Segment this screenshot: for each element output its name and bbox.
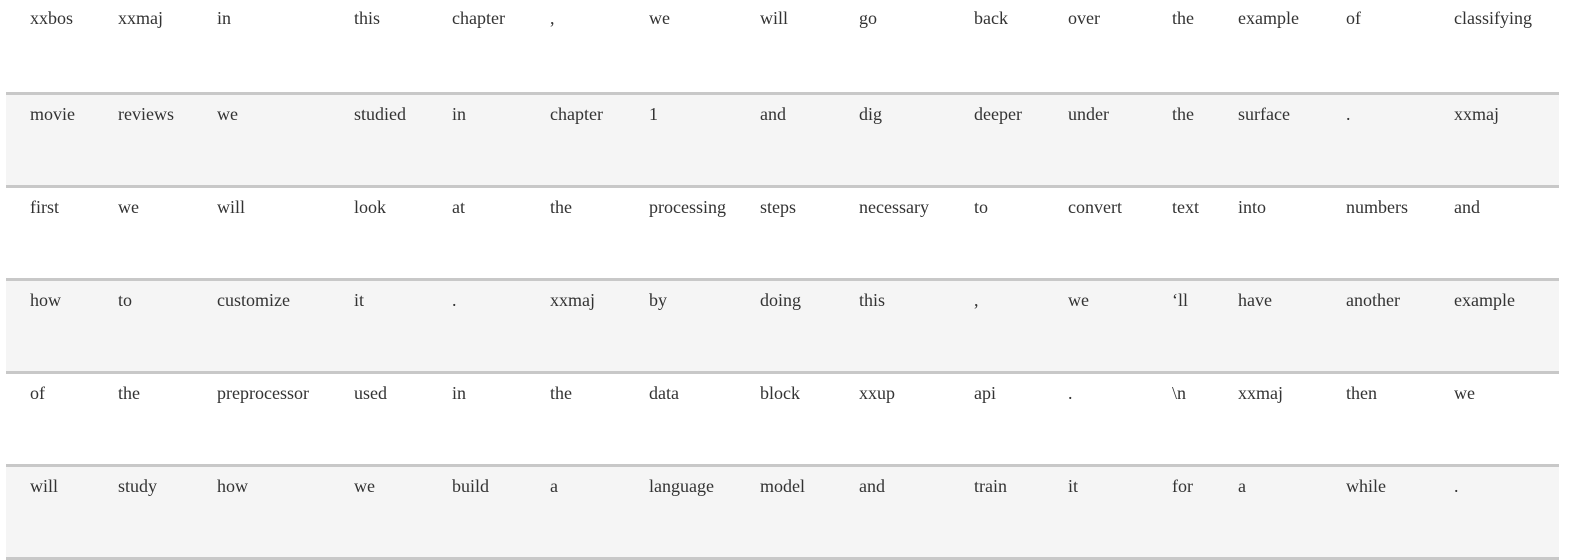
- token-cell: steps: [760, 196, 796, 217]
- token-cell: .: [1068, 382, 1073, 403]
- token-cell: xxmaj: [1238, 382, 1283, 403]
- token-cell: ,: [974, 289, 979, 310]
- token-cell: example: [1454, 289, 1515, 310]
- token-cell: example: [1238, 8, 1299, 28]
- token-cell: xxmaj: [550, 289, 595, 310]
- token-cell: over: [1068, 8, 1100, 28]
- token-cell: we: [1068, 289, 1089, 310]
- token-cell: ‘ll: [1172, 289, 1188, 310]
- token-cell: look: [354, 196, 387, 217]
- token-cell: and: [760, 103, 786, 124]
- token-cell: convert: [1068, 196, 1122, 217]
- token-cell: studied: [354, 103, 406, 124]
- token-cell: and: [859, 475, 885, 496]
- token-cell: in: [452, 382, 467, 403]
- token-cell: the: [118, 382, 140, 403]
- token-cell: for: [1172, 475, 1193, 496]
- token-cell: build: [452, 475, 490, 496]
- token-cell: the: [550, 196, 572, 217]
- token-cell: reviews: [118, 103, 174, 124]
- token-cell: to: [118, 289, 133, 310]
- token-cell: it: [354, 289, 365, 310]
- table-row: xxbos xxmaj in this chapter, we will go back over…: [6, 0, 1559, 93]
- token-cell: of: [30, 382, 45, 403]
- token-cell: have: [1238, 289, 1272, 310]
- table-row: how to customize it. xxmaj by doing this, we ‘ll h…: [6, 279, 1559, 372]
- token-cell: a: [550, 475, 558, 496]
- token-cell: the: [1172, 8, 1194, 28]
- token-cell: surface: [1238, 103, 1290, 124]
- token-cell: text: [1172, 196, 1199, 217]
- token-cell: language: [649, 475, 714, 496]
- token-cell: we: [649, 8, 670, 28]
- token-cell: go: [859, 8, 877, 28]
- token-cell: classifying: [1454, 8, 1532, 28]
- token-cell: to: [974, 196, 989, 217]
- table-row: first we will look at the processing steps neces…: [6, 186, 1559, 279]
- token-cell: .: [1454, 475, 1459, 496]
- token-table: xxbos xxmaj in this chapter, we will go back over…: [6, 0, 1559, 560]
- token-cell: .: [1346, 103, 1351, 124]
- token-cell: xxup: [859, 382, 895, 403]
- token-cell: we: [1454, 382, 1475, 403]
- token-cell: this: [859, 289, 886, 310]
- token-cell: 1: [649, 103, 658, 124]
- token-cell: xxmaj: [118, 8, 163, 28]
- token-cell: preprocessor: [217, 382, 309, 403]
- table-row: of the preprocessor used in the data block xxup a…: [6, 372, 1559, 465]
- token-cell: and: [1454, 196, 1480, 217]
- token-cell: used: [354, 382, 387, 403]
- table-row: will study how we build a language model and trai…: [6, 465, 1559, 558]
- token-cell: a: [1238, 475, 1246, 496]
- token-cell: movie: [30, 103, 75, 124]
- token-cell: ,: [550, 8, 555, 28]
- token-cell: of: [1346, 8, 1361, 28]
- token-cell: how: [30, 289, 61, 310]
- token-cell: data: [649, 382, 679, 403]
- token-cell: while: [1346, 475, 1386, 496]
- token-cell: doing: [760, 289, 802, 310]
- token-cell: this: [354, 8, 381, 28]
- token-cell: in: [452, 103, 467, 124]
- token-cell: in: [217, 8, 232, 28]
- token-cell: block: [760, 382, 800, 403]
- token-cell: will: [30, 475, 59, 496]
- token-cell: will: [217, 196, 246, 217]
- token-cell: first: [30, 196, 59, 217]
- token-table-body: xxbos xxmaj in this chapter, we will go back over…: [6, 0, 1559, 558]
- token-cell: customize: [217, 289, 290, 310]
- token-cell: necessary: [859, 196, 929, 217]
- token-cell: we: [217, 103, 238, 124]
- token-cell: we: [118, 196, 139, 217]
- token-cell: train: [974, 475, 1007, 496]
- token-cell: numbers: [1346, 196, 1408, 217]
- token-cell: at: [452, 196, 465, 217]
- token-cell: another: [1346, 289, 1400, 310]
- token-cell: we: [354, 475, 375, 496]
- token-cell: deeper: [974, 103, 1022, 124]
- token-cell: .: [452, 289, 457, 310]
- token-cell: by: [649, 289, 667, 310]
- token-cell: chapter: [550, 103, 603, 124]
- token-cell: then: [1346, 382, 1377, 403]
- token-cell: back: [974, 8, 1008, 28]
- token-cell: how: [217, 475, 248, 496]
- token-cell: processing: [649, 196, 726, 217]
- token-cell: dig: [859, 103, 883, 124]
- token-cell: under: [1068, 103, 1109, 124]
- token-cell: chapter: [452, 8, 505, 28]
- token-cell: study: [118, 475, 158, 496]
- token-cell: into: [1238, 196, 1267, 217]
- token-cell: will: [760, 8, 789, 28]
- token-cell: the: [1172, 103, 1194, 124]
- token-cell: model: [760, 475, 805, 496]
- token-cell: xxbos: [30, 8, 74, 28]
- token-cell: xxmaj: [1454, 103, 1499, 124]
- token-cell: the: [550, 382, 572, 403]
- token-cell: it: [1068, 475, 1079, 496]
- token-cell: api: [974, 382, 996, 403]
- table-row: movie reviews we studied in chapter 1 and dig dee…: [6, 93, 1559, 186]
- token-cell: \n: [1172, 382, 1187, 403]
